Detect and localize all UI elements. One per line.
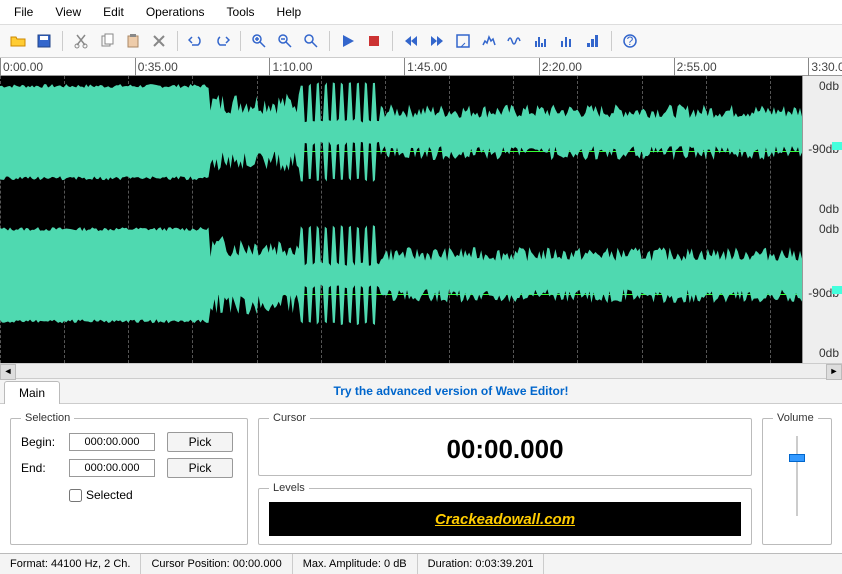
help-button[interactable]: ? <box>618 29 642 53</box>
tab-bar: Main Try the advanced version of Wave Ed… <box>0 379 842 404</box>
cursor-value: 00:00.000 <box>269 432 741 467</box>
channel-left <box>0 82 802 220</box>
time-ruler[interactable]: 0:00.00 0:35.00 1:10.00 1:45.00 2:20.00 … <box>0 58 842 76</box>
status-amplitude: Max. Amplitude: 0 dB <box>293 554 418 574</box>
menu-help[interactable]: Help <box>267 2 312 22</box>
levels-legend: Levels <box>269 482 309 494</box>
cut-button[interactable] <box>69 29 93 53</box>
horizontal-scrollbar[interactable]: ◄ ► <box>0 363 842 379</box>
db-label: 0db <box>819 346 839 360</box>
ruler-tick: 0:35.00 <box>138 60 178 74</box>
copy-button[interactable] <box>95 29 119 53</box>
play-button[interactable] <box>336 29 360 53</box>
save-button[interactable] <box>32 29 56 53</box>
db-scale: 0db -90db 0db 0db -90db 0db <box>802 76 842 363</box>
ruler-tick: 3:30.00 <box>811 60 842 74</box>
pick-begin-button[interactable]: Pick <box>167 432 233 452</box>
selection-panel: Selection Begin: Pick End: Pick Selected <box>10 412 248 545</box>
selection-legend: Selection <box>21 412 74 424</box>
ruler-tick: 1:10.00 <box>272 60 312 74</box>
volume-panel: Volume <box>762 412 832 545</box>
menu-file[interactable]: File <box>4 2 43 22</box>
wave-button[interactable] <box>503 29 527 53</box>
redo-button[interactable] <box>210 29 234 53</box>
menu-edit[interactable]: Edit <box>93 2 134 22</box>
status-duration: Duration: 0:03:39.201 <box>418 554 545 574</box>
meter-button[interactable] <box>581 29 605 53</box>
selection-button[interactable] <box>451 29 475 53</box>
volume-slider[interactable] <box>787 436 807 516</box>
status-bar: Format: 44100 Hz, 2 Ch. Cursor Position:… <box>0 553 842 574</box>
ruler-tick: 1:45.00 <box>407 60 447 74</box>
open-button[interactable] <box>6 29 30 53</box>
cursor-legend: Cursor <box>269 412 310 424</box>
db-label: 0db <box>819 79 839 93</box>
zoom-in-button[interactable] <box>247 29 271 53</box>
db-label: 0db <box>819 222 839 236</box>
begin-input[interactable] <box>69 433 155 451</box>
rewind-button[interactable] <box>399 29 423 53</box>
pick-end-button[interactable]: Pick <box>167 458 233 478</box>
cursor-panel: Cursor 00:00.000 <box>258 412 752 476</box>
menu-view[interactable]: View <box>45 2 91 22</box>
selected-label: Selected <box>86 488 133 502</box>
selected-checkbox[interactable] <box>69 489 82 502</box>
scroll-left-icon[interactable]: ◄ <box>0 364 16 380</box>
volume-thumb[interactable] <box>789 454 805 462</box>
bars-button[interactable] <box>555 29 579 53</box>
promo-link[interactable]: Try the advanced version of Wave Editor! <box>60 380 842 402</box>
svg-text:?: ? <box>627 34 634 48</box>
waveform-right <box>0 225 802 325</box>
channel-right <box>0 225 802 363</box>
db-label: 0db <box>819 202 839 216</box>
menu-tools[interactable]: Tools <box>217 2 265 22</box>
status-cursor: Cursor Position: 00:00.000 <box>141 554 292 574</box>
volume-legend: Volume <box>773 412 818 424</box>
zoom-out-button[interactable] <box>273 29 297 53</box>
spectrum-button[interactable] <box>477 29 501 53</box>
ruler-tick: 2:55.00 <box>677 60 717 74</box>
eq-button[interactable] <box>529 29 553 53</box>
paste-button[interactable] <box>121 29 145 53</box>
levels-display: Crackeadowall.com <box>269 502 741 536</box>
delete-button[interactable] <box>147 29 171 53</box>
end-label: End: <box>21 461 61 475</box>
undo-button[interactable] <box>184 29 208 53</box>
scroll-right-icon[interactable]: ► <box>826 364 842 380</box>
ruler-tick: 0:00.00 <box>3 60 43 74</box>
tab-main[interactable]: Main <box>4 381 60 404</box>
menu-bar: File View Edit Operations Tools Help <box>0 0 842 25</box>
levels-panel: Levels Crackeadowall.com <box>258 482 752 545</box>
menu-operations[interactable]: Operations <box>136 2 215 22</box>
panel-row: Selection Begin: Pick End: Pick Selected… <box>0 404 842 553</box>
begin-label: Begin: <box>21 435 61 449</box>
waveform-area[interactable]: 0db -90db 0db 0db -90db 0db <box>0 76 842 363</box>
end-input[interactable] <box>69 459 155 477</box>
record-button[interactable] <box>362 29 386 53</box>
toolbar: ? <box>0 25 842 58</box>
status-format: Format: 44100 Hz, 2 Ch. <box>0 554 141 574</box>
ruler-tick: 2:20.00 <box>542 60 582 74</box>
forward-button[interactable] <box>425 29 449 53</box>
zoom-fit-button[interactable] <box>299 29 323 53</box>
waveform-left <box>0 82 802 182</box>
